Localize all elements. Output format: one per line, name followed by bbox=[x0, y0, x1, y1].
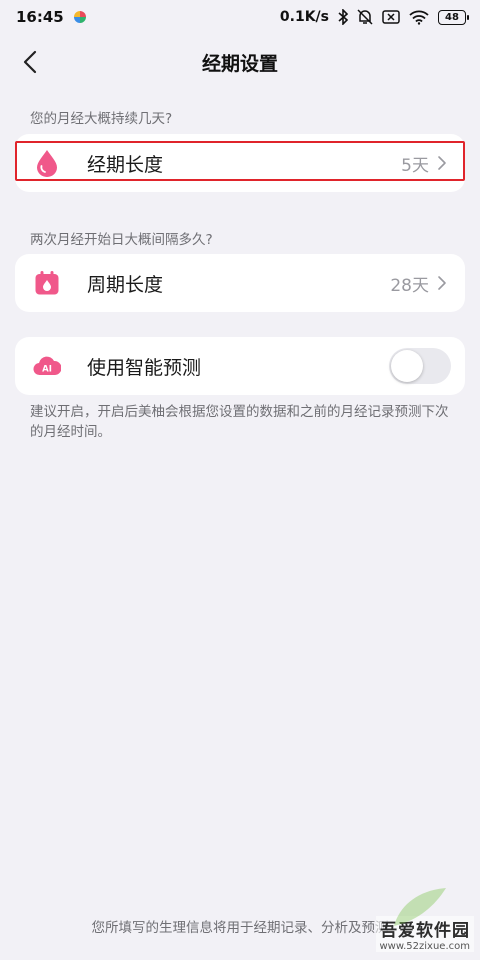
app-notification-icon bbox=[73, 11, 86, 23]
period-length-row[interactable]: 经期长度 5天 bbox=[15, 134, 465, 192]
bluetooth-icon bbox=[338, 9, 348, 25]
cycle-length-card: 周期长度 28天 bbox=[15, 254, 465, 312]
header: 经期设置 bbox=[0, 40, 480, 84]
page-title: 经期设置 bbox=[201, 52, 278, 75]
cycle-length-value: 28天 bbox=[390, 275, 429, 296]
smart-prediction-toggle[interactable] bbox=[389, 348, 451, 384]
smart-prediction-row: AI 使用智能预测 bbox=[15, 337, 465, 395]
cycle-length-label: 周期长度 bbox=[87, 273, 164, 296]
mute-icon bbox=[357, 9, 373, 25]
status-bar: 16:45 0.1K/s 48 bbox=[0, 0, 480, 34]
prediction-note: 建议开启，开启后美柚会根据您设置的数据和之前的月经记录预测下次的月经时间。 bbox=[30, 404, 449, 440]
network-speed: 0.1K/s bbox=[279, 9, 329, 25]
drop-icon bbox=[33, 149, 61, 177]
ai-cloud-icon: AI bbox=[33, 352, 61, 380]
status-time: 16:45 bbox=[16, 8, 64, 26]
back-button[interactable] bbox=[14, 46, 46, 78]
battery-level: 48 bbox=[445, 11, 459, 23]
chevron-right-icon bbox=[437, 274, 451, 292]
battery-icon: 48 bbox=[438, 9, 469, 25]
toggle-knob bbox=[391, 350, 423, 382]
watermark-leaf-icon bbox=[390, 884, 450, 934]
chevron-right-icon bbox=[437, 154, 451, 172]
cycle-length-row[interactable]: 周期长度 28天 bbox=[15, 254, 465, 312]
cycle-question: 两次月经开始日大概间隔多久? bbox=[30, 232, 213, 248]
watermark-url: www.52zixue.com bbox=[375, 941, 474, 952]
smart-prediction-card: AI 使用智能预测 bbox=[15, 337, 465, 395]
wifi-icon bbox=[409, 10, 429, 25]
period-length-value: 5天 bbox=[401, 155, 429, 176]
sim-disabled-icon bbox=[382, 10, 400, 24]
period-length-label: 经期长度 bbox=[87, 153, 164, 176]
calendar-drop-icon bbox=[33, 269, 61, 297]
period-question: 您的月经大概持续几天? bbox=[30, 111, 173, 127]
period-length-card: 经期长度 5天 bbox=[15, 134, 465, 192]
ai-icon-text: AI bbox=[42, 365, 52, 375]
smart-prediction-label: 使用智能预测 bbox=[87, 356, 202, 379]
chevron-left-icon bbox=[23, 50, 37, 74]
